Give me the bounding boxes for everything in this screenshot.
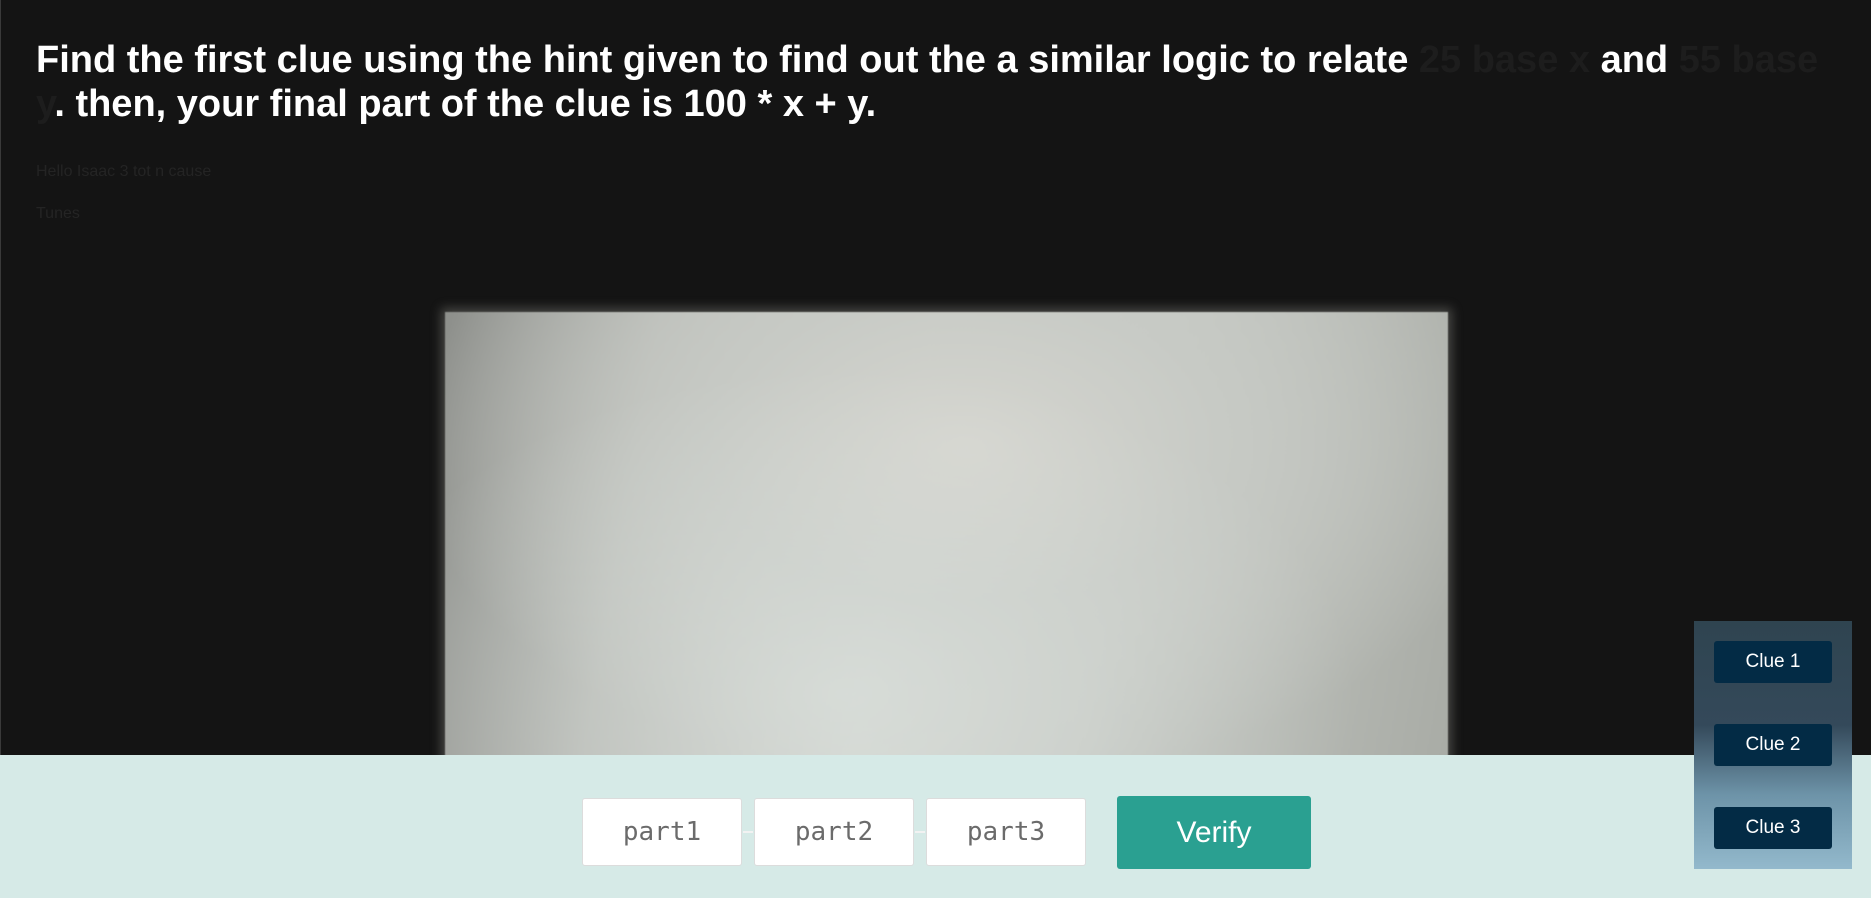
verify-button[interactable]: Verify xyxy=(1117,796,1311,869)
clue-3-button[interactable]: Clue 3 xyxy=(1714,807,1832,849)
clue-2-button[interactable]: Clue 2 xyxy=(1714,724,1832,766)
instruction-heading: Find the first clue using the hint given… xyxy=(36,38,1836,126)
clue-panel: Clue 1 Clue 2 Clue 3 xyxy=(1694,621,1852,869)
instruction-text-middle: and xyxy=(1590,39,1679,81)
part-separator-1 xyxy=(743,831,753,833)
instruction-text-start: Find the first clue using the hint given… xyxy=(36,39,1419,81)
part2-input[interactable] xyxy=(754,798,914,866)
part-separator-2 xyxy=(915,831,925,833)
page: Find the first clue using the hint given… xyxy=(0,0,1871,898)
faint-hidden-line-2: Tunes xyxy=(36,205,80,222)
clue-photo xyxy=(445,312,1448,762)
faint-hidden-line-1: Hello Isaac 3 tot n cause xyxy=(36,163,212,180)
clue-1-button[interactable]: Clue 1 xyxy=(1714,641,1832,683)
part1-input[interactable] xyxy=(582,798,742,866)
instruction-text-end: . then, your final part of the clue is 1… xyxy=(54,83,877,125)
hidden-hint-1: 25 base x xyxy=(1418,39,1591,81)
part3-input[interactable] xyxy=(926,798,1086,866)
